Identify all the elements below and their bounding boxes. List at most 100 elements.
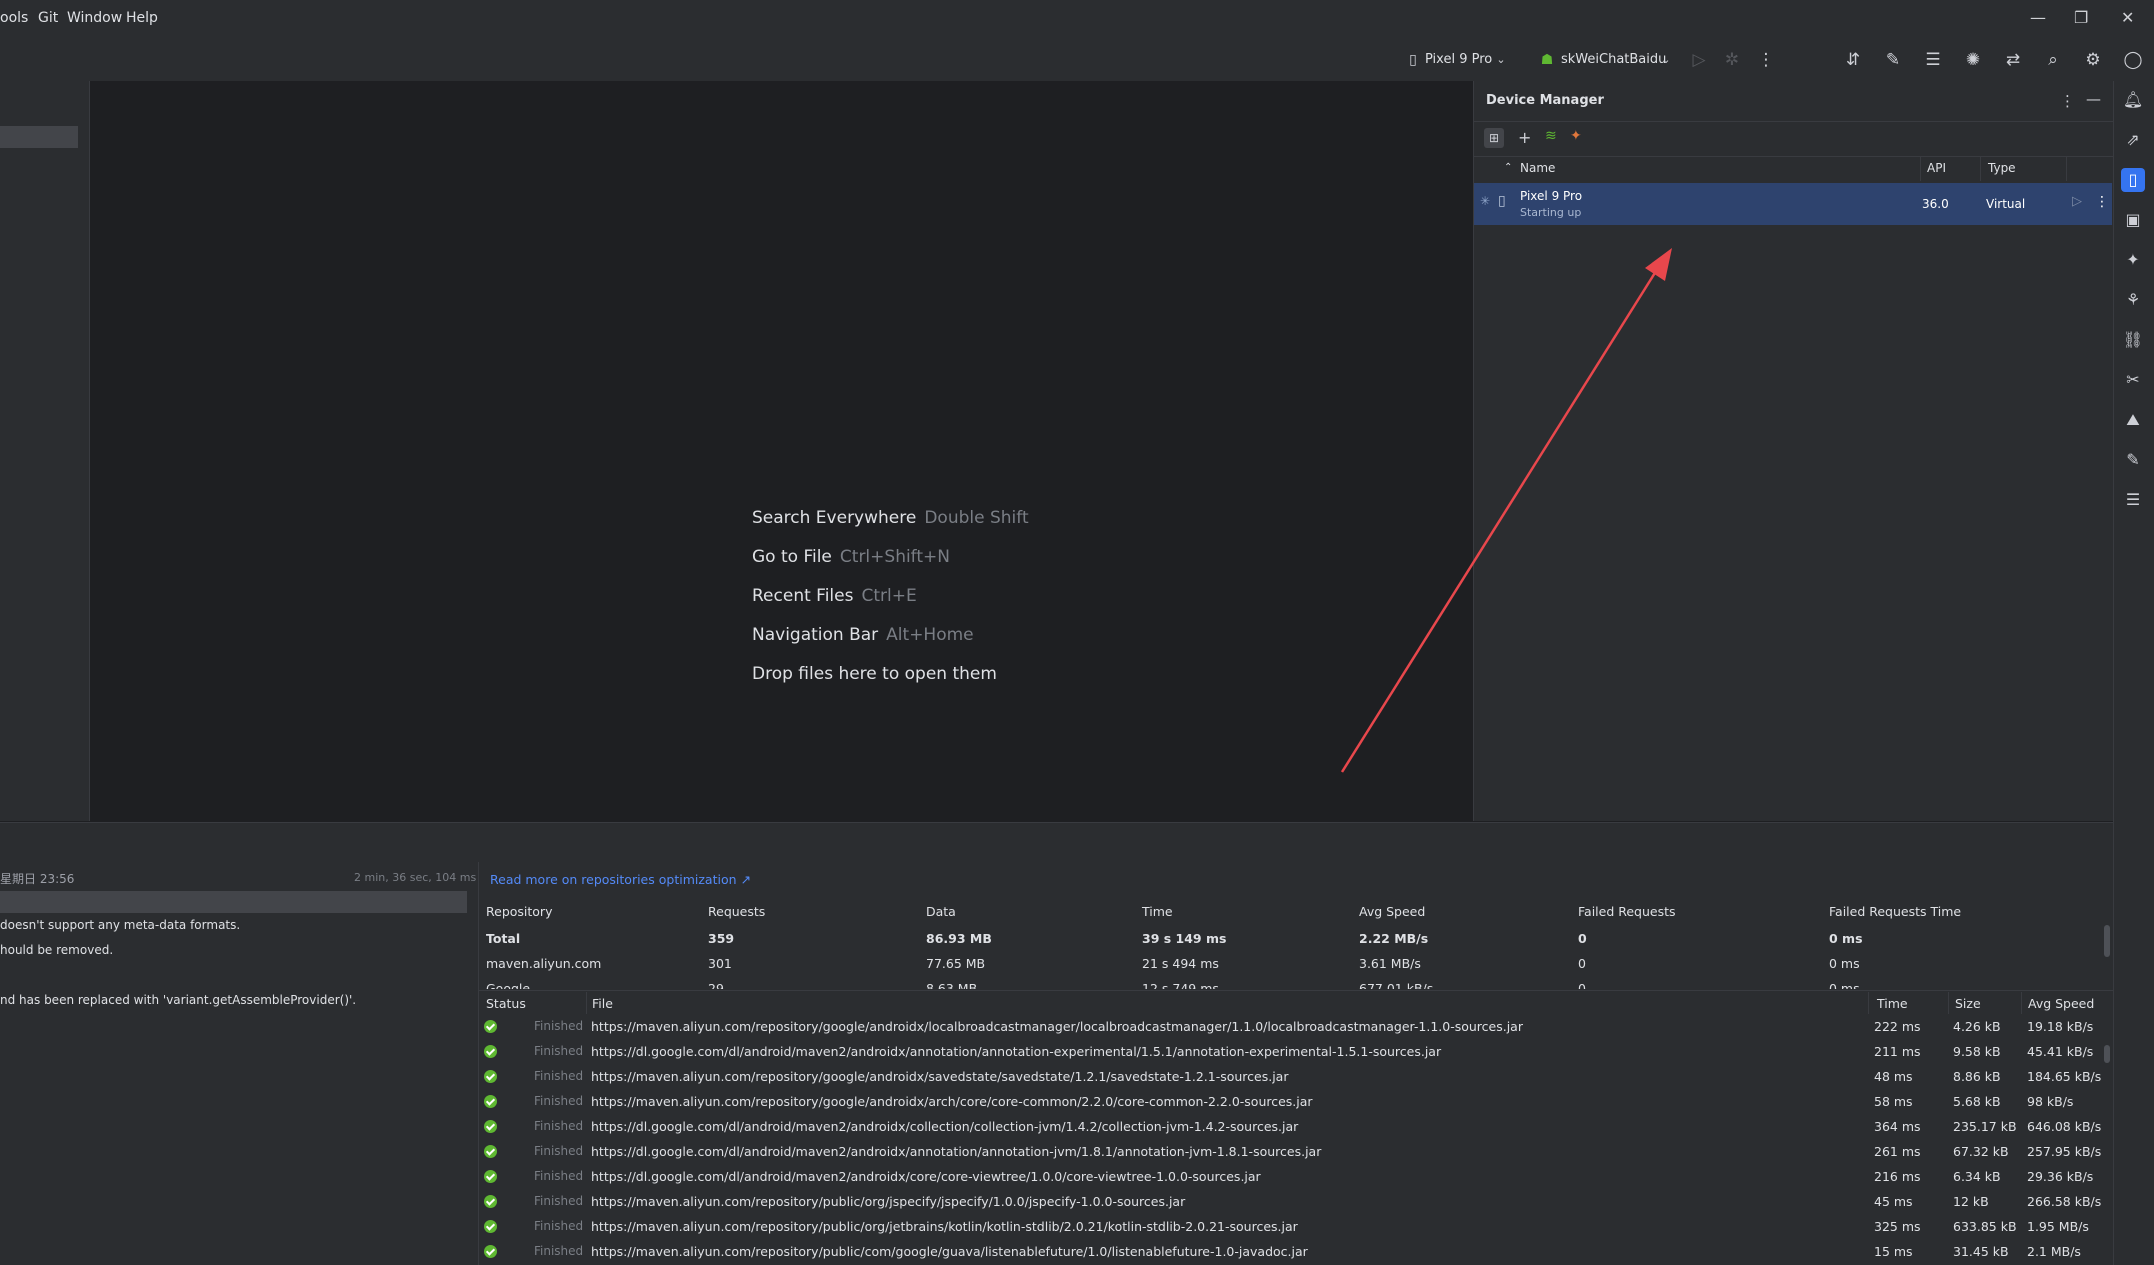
col-failed-requests-time[interactable]: Failed Requests Time <box>1829 904 1961 919</box>
run-device-icon[interactable]: ▷ <box>2072 194 2082 209</box>
minimize-icon[interactable]: — <box>2030 8 2046 27</box>
device-name: Pixel 9 Pro <box>1520 189 1583 203</box>
running-devices-icon[interactable]: ▣ <box>2121 208 2145 232</box>
check-icon <box>484 1170 497 1183</box>
device-manager-title: Device Manager <box>1486 93 1604 108</box>
debug-icon[interactable]: ✲ <box>1722 50 1742 70</box>
tools-icon[interactable]: ✂ <box>2121 368 2145 392</box>
close-icon[interactable]: ✕ <box>2121 8 2134 27</box>
file-row[interactable]: Finished https://dl.google.com/dl/androi… <box>479 1115 2113 1140</box>
col-status[interactable]: Status <box>486 996 526 1011</box>
column-name[interactable]: Name <box>1520 161 1555 175</box>
device-manager-icon[interactable]: ▯ <box>2121 168 2145 192</box>
col-time[interactable]: Time <box>1142 904 1173 919</box>
file-row[interactable]: Finished https://maven.aliyun.com/reposi… <box>479 1190 2113 1215</box>
restore-icon[interactable]: ❐ <box>2074 8 2088 27</box>
firebase-icon[interactable]: ✦ <box>1570 128 1582 144</box>
file-status: Finished <box>534 1244 584 1258</box>
file-url: https://maven.aliyun.com/repository/publ… <box>591 1244 1308 1259</box>
col-file-avg-speed[interactable]: Avg Speed <box>2028 996 2094 1011</box>
device-icon: ▯ <box>1498 193 1506 209</box>
table-row[interactable]: maven.aliyun.com 301 77.65 MB 21 s 494 m… <box>479 954 2113 974</box>
file-row[interactable]: Finished https://dl.google.com/dl/androi… <box>479 1140 2113 1165</box>
notifications-icon[interactable]: 🔔︎ <box>2121 88 2145 112</box>
file-time: 222 ms <box>1874 1019 1921 1034</box>
gradle-icon[interactable]: ⇗ <box>2121 128 2145 152</box>
table-row[interactable]: Total 359 86.93 MB 39 s 149 ms 2.22 MB/s… <box>479 929 2113 949</box>
repository-table: Total 359 86.93 MB 39 s 149 ms 2.22 MB/s… <box>479 929 2113 989</box>
scrollbar[interactable] <box>2104 925 2110 957</box>
menu-window[interactable]: Window <box>67 10 122 26</box>
file-url: https://maven.aliyun.com/repository/goog… <box>591 1094 1313 1109</box>
time-cell: 21 s 494 ms <box>1142 956 1219 971</box>
account-icon[interactable]: ◯ <box>2123 50 2143 70</box>
file-row[interactable]: Finished https://maven.aliyun.com/reposi… <box>479 1090 2113 1115</box>
device-selector[interactable]: Pixel 9 Pro <box>1425 52 1492 67</box>
run-config-selector[interactable]: skWeiChatBaidu <box>1561 52 1666 67</box>
avg-speed-cell: 3.61 MB/s <box>1359 956 1421 971</box>
chevron-down-icon[interactable]: ⌄ <box>1491 50 1511 70</box>
device-more-icon[interactable]: ⋮ <box>2095 194 2109 210</box>
failed-time-cell: 0 ms <box>1829 956 1860 971</box>
table-row[interactable]: Google 29 8.63 MB 12 s 749 ms 677.01 kB/… <box>479 979 2113 989</box>
grid-view-icon[interactable]: ⊞ <box>1484 128 1504 148</box>
sort-ascending-icon[interactable]: ⌃ <box>1504 162 1512 173</box>
hint-shortcut: Double Shift <box>924 508 1029 528</box>
divider <box>1948 992 1949 1014</box>
col-failed-requests[interactable]: Failed Requests <box>1578 904 1676 919</box>
hint-drop-files: Drop files here to open them <box>752 664 997 684</box>
menu-tools[interactable]: ools <box>0 10 28 26</box>
col-file-size[interactable]: Size <box>1955 996 1981 1011</box>
more-icon[interactable]: ⋮ <box>1756 50 1776 70</box>
pencil-icon[interactable]: ✎ <box>2121 448 2145 472</box>
file-size: 31.45 kB <box>1953 1244 2009 1259</box>
file-status: Finished <box>534 1144 584 1158</box>
menu-help[interactable]: Help <box>126 10 158 26</box>
sync-project-icon[interactable]: ⇵ <box>1843 50 1863 70</box>
file-speed: 45.41 kB/s <box>2027 1044 2094 1059</box>
device-mirror-icon[interactable]: ⇄ <box>2003 50 2023 70</box>
file-row[interactable]: Finished https://maven.aliyun.com/reposi… <box>479 1240 2113 1265</box>
options-icon[interactable]: ⋮ <box>2060 92 2075 110</box>
file-time: 364 ms <box>1874 1119 1921 1134</box>
file-status: Finished <box>534 1119 584 1133</box>
col-repository[interactable]: Repository <box>486 904 552 919</box>
column-type[interactable]: Type <box>1988 161 2016 175</box>
col-avg-speed[interactable]: Avg Speed <box>1359 904 1425 919</box>
col-requests[interactable]: Requests <box>708 904 765 919</box>
gemini-icon[interactable]: ✦ <box>2121 248 2145 272</box>
image-icon[interactable]: ⛰ <box>2121 408 2145 432</box>
list-icon[interactable]: ☰ <box>2121 488 2145 512</box>
gear-icon[interactable]: ⚙ <box>2083 50 2103 70</box>
wifi-pair-icon[interactable]: ≋ <box>1545 128 1557 144</box>
run-icon[interactable]: ▷ <box>1689 50 1709 70</box>
add-device-icon[interactable]: + <box>1518 128 1531 147</box>
app-inspection-icon[interactable]: ⚘ <box>2121 288 2145 312</box>
file-row[interactable]: Finished https://dl.google.com/dl/androi… <box>479 1165 2113 1190</box>
column-api[interactable]: API <box>1927 161 1946 175</box>
file-row[interactable]: Finished https://maven.aliyun.com/reposi… <box>479 1015 2113 1040</box>
col-file[interactable]: File <box>592 996 613 1011</box>
project-selected-item[interactable] <box>0 126 78 148</box>
link-icon[interactable]: ⛓ <box>2121 328 2145 352</box>
menu-git[interactable]: Git <box>38 10 58 26</box>
col-data[interactable]: Data <box>926 904 956 919</box>
bug-icon[interactable]: ✺ <box>1963 50 1983 70</box>
file-time: 211 ms <box>1874 1044 1921 1059</box>
file-time: 48 ms <box>1874 1069 1913 1084</box>
chevron-down-icon[interactable]: ⌄ <box>1656 50 1676 70</box>
file-url: https://maven.aliyun.com/repository/goog… <box>591 1019 1523 1034</box>
log-line: doesn't support any meta-data formats. <box>0 918 241 932</box>
build-log-selected-row[interactable] <box>0 891 467 913</box>
file-row[interactable]: Finished https://maven.aliyun.com/reposi… <box>479 1065 2113 1090</box>
file-row[interactable]: Finished https://maven.aliyun.com/reposi… <box>479 1215 2113 1240</box>
file-row[interactable]: Finished https://dl.google.com/dl/androi… <box>479 1040 2113 1065</box>
file-status: Finished <box>534 1219 584 1233</box>
col-file-time[interactable]: Time <box>1877 996 1908 1011</box>
repositories-optimization-link[interactable]: Read more on repositories optimization ↗ <box>490 872 751 887</box>
search-icon[interactable]: ⌕ <box>2043 50 2063 70</box>
translate-icon[interactable]: ✎ <box>1883 50 1903 70</box>
repository-cell: Google <box>486 981 531 989</box>
hide-icon[interactable]: — <box>2086 90 2101 108</box>
layout-icon[interactable]: ☰ <box>1923 50 1943 70</box>
